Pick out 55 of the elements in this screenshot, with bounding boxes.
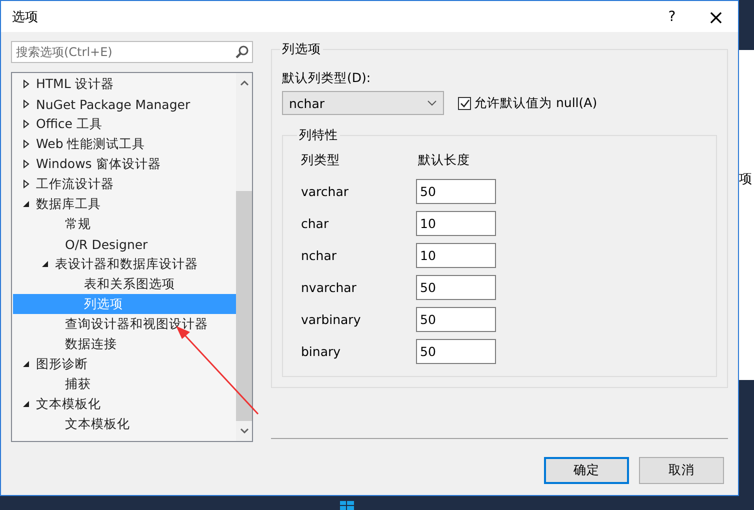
expanded-triangle-icon[interactable] bbox=[21, 359, 31, 369]
scroll-thumb[interactable] bbox=[236, 191, 252, 421]
tree-item[interactable]: O/R Designer bbox=[13, 234, 236, 254]
column-header: 列类型 bbox=[300, 152, 341, 169]
scroll-up-icon[interactable] bbox=[240, 80, 248, 86]
expanded-triangle-icon[interactable] bbox=[40, 259, 50, 269]
column-type-label: char bbox=[300, 216, 330, 231]
checkmark-icon bbox=[460, 98, 470, 108]
expanded-triangle-icon[interactable] bbox=[21, 399, 31, 409]
column-type-label: nvarchar bbox=[300, 280, 358, 295]
tree-item[interactable]: 数据库工具 bbox=[13, 194, 236, 214]
dialog-button[interactable]: 确定 bbox=[544, 457, 629, 484]
expanded-triangle-icon[interactable] bbox=[21, 199, 31, 209]
background-text: 项 bbox=[739, 172, 752, 187]
tree-item[interactable]: HTML 设计器 bbox=[13, 74, 236, 94]
length-input[interactable]: 10 bbox=[416, 211, 496, 236]
length-input[interactable]: 50 bbox=[416, 275, 496, 300]
scroll-down-icon[interactable] bbox=[240, 428, 248, 434]
group-title: 列选项 bbox=[281, 41, 322, 58]
tree-item[interactable]: Web 性能测试工具 bbox=[13, 134, 236, 154]
tree-item[interactable]: NuGet Package Manager bbox=[13, 94, 236, 114]
tree-item[interactable]: 数据连接 bbox=[13, 334, 236, 354]
tree-item[interactable]: Windows 窗体设计器 bbox=[13, 154, 236, 174]
tree-item[interactable]: 文本模板化 bbox=[13, 414, 236, 434]
column-header: 默认长度 bbox=[417, 152, 471, 169]
tree-item[interactable]: 表和关系图选项 bbox=[13, 274, 236, 294]
length-input[interactable]: 50 bbox=[416, 307, 496, 332]
tree-item[interactable]: 捕获 bbox=[13, 374, 236, 394]
tree-item[interactable]: 表设计器和数据库设计器 bbox=[13, 254, 236, 274]
chevron-down-icon bbox=[427, 100, 437, 106]
default-type-dropdown[interactable]: nchar bbox=[282, 91, 444, 115]
column-type-label: binary bbox=[300, 344, 342, 359]
default-type-label: 默认列类型(D): bbox=[282, 70, 372, 87]
search-field[interactable]: 搜索选项(Ctrl+E) bbox=[11, 41, 253, 63]
column-type-label: varchar bbox=[300, 184, 350, 199]
search-icon bbox=[235, 45, 249, 59]
dialog-button[interactable]: 取消 bbox=[639, 457, 724, 484]
scrollbar[interactable] bbox=[236, 73, 252, 441]
tree-item[interactable]: 常规 bbox=[13, 214, 236, 234]
column-type-label: nchar bbox=[300, 248, 338, 263]
tree-item[interactable]: 图形诊断 bbox=[13, 354, 236, 374]
close-button[interactable]: × bbox=[694, 1, 738, 32]
length-input[interactable]: 10 bbox=[416, 243, 496, 268]
window-title: 选项 bbox=[12, 8, 39, 26]
length-input[interactable]: 50 bbox=[416, 339, 496, 364]
tree-item[interactable]: 工作流设计器 bbox=[13, 174, 236, 194]
tree-item[interactable]: 文本模板化 bbox=[13, 394, 236, 414]
column-type-label: varbinary bbox=[300, 312, 362, 327]
tree-item[interactable]: Office 工具 bbox=[13, 114, 236, 134]
windows-logo-icon bbox=[340, 501, 354, 510]
checkbox-box[interactable] bbox=[458, 96, 471, 110]
group-title: 列特性 bbox=[298, 127, 339, 144]
length-input[interactable]: 50 bbox=[416, 179, 496, 204]
allow-null-checkbox[interactable]: 允许默认值为 null(A) bbox=[458, 94, 598, 112]
help-button[interactable]: ? bbox=[650, 1, 694, 32]
